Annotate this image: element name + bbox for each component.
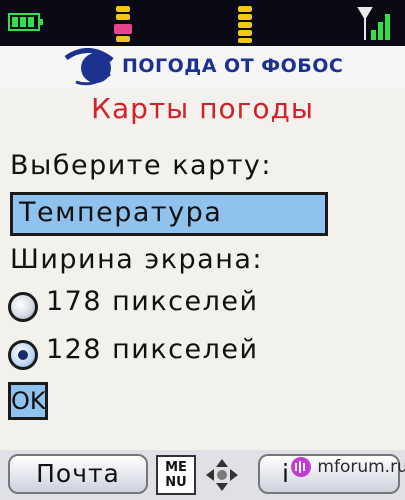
radio-checked-icon[interactable] — [8, 340, 38, 370]
ok-button[interactable]: OK — [8, 382, 48, 420]
mail-softkey[interactable]: Почта — [8, 454, 148, 494]
menu-line-1: ME — [165, 460, 187, 475]
watermark-text: mforum.ru — [317, 457, 405, 477]
menu-line-2: NU — [165, 475, 187, 490]
screen-width-label: Ширина экрана: — [10, 244, 263, 275]
globe-logo-icon — [64, 48, 114, 86]
navigation-joystick-icon[interactable] — [200, 457, 244, 493]
map-select-label: Выберите карту: — [10, 150, 273, 181]
sms-stack-icon — [114, 6, 132, 42]
watermark: mforum.ru — [290, 456, 405, 486]
signal-strength-icon — [357, 7, 390, 40]
radio-option-label: 128 пикселей — [46, 334, 259, 365]
map-select-field[interactable]: Температура — [10, 192, 328, 236]
radio-option-128[interactable]: 128 пикселей — [8, 334, 348, 374]
radio-option-178[interactable]: 178 пикселей — [8, 286, 348, 326]
page-title: Карты погоды — [91, 92, 314, 125]
radio-option-label: 178 пикселей — [46, 286, 259, 317]
radio-unchecked-icon[interactable] — [8, 292, 38, 322]
message-stack-icon — [238, 6, 252, 43]
map-select-value: Температура — [19, 197, 223, 228]
menu-softkey[interactable]: ME NU — [156, 455, 196, 495]
battery-icon — [8, 13, 43, 31]
brand-name: ПОГОДА ОТ ФОБОС — [122, 55, 344, 77]
mforum-logo-icon — [291, 457, 311, 477]
status-bar — [0, 0, 405, 46]
brand-header: ПОГОДА ОТ ФОБОС — [0, 46, 405, 88]
